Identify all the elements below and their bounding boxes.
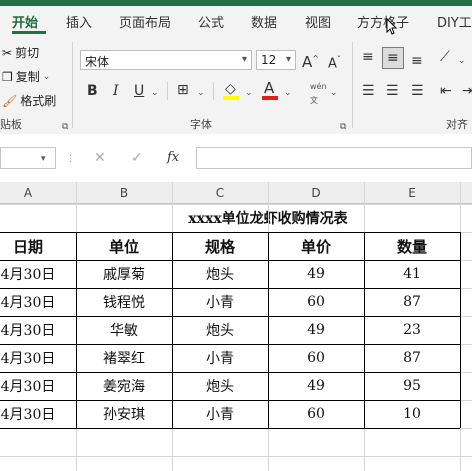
align-top-icon[interactable]: ≡ (362, 50, 374, 64)
divider (213, 82, 214, 100)
align-left-icon[interactable]: ☰ (362, 84, 375, 98)
phonetic-guide-icon[interactable]: wén 文 (310, 80, 327, 108)
divider (167, 82, 168, 100)
insert-function-button[interactable]: fx (167, 151, 179, 165)
tab-diy-tools[interactable]: DIY工 (437, 12, 472, 31)
chevron-down-icon[interactable]: ⌄ (330, 86, 338, 100)
copy-icon: ❐ (2, 69, 13, 84)
chevron-down-icon[interactable]: ⌄ (197, 86, 205, 100)
column-header-d[interactable]: D (268, 186, 364, 200)
fill-color-swatch (223, 96, 239, 100)
dialog-launcher-icon[interactable]: ⧉ (340, 120, 346, 134)
tab-data[interactable]: 数据 (251, 12, 277, 31)
column-header-c[interactable]: C (172, 186, 268, 200)
chevron-down-icon[interactable]: ⌄ (151, 86, 159, 100)
name-box[interactable]: ▾ (0, 147, 56, 169)
group-divider (352, 42, 353, 128)
mouse-cursor-icon (386, 18, 398, 35)
orientation-icon[interactable]: ⟋ (440, 50, 450, 64)
column-header-row: A B C D E (0, 182, 472, 204)
borders-icon[interactable]: ⊞ (177, 83, 189, 97)
align-right-icon[interactable]: ☰ (411, 84, 424, 98)
increase-indent-icon[interactable]: ⇥ (462, 84, 472, 98)
chevron-down-icon: ▾ (241, 54, 247, 65)
italic-button[interactable]: I (113, 84, 119, 98)
clipboard-group-label: 贴板 (0, 118, 22, 131)
ribbon-tab-bar: 开始 插入 页面布局 公式 数据 视图 方方格子 DIY工 (0, 6, 472, 34)
cut-button[interactable]: ✂ 剪切 (2, 44, 39, 61)
align-middle-icon: ≡ (387, 50, 399, 66)
dialog-launcher-icon[interactable]: ⧉ (62, 120, 68, 134)
drag-handle-icon[interactable]: ⋮ (66, 152, 75, 166)
tab-formulas[interactable]: 公式 (198, 12, 224, 31)
chevron-down-icon: ▾ (41, 154, 46, 164)
cancel-entry-button[interactable]: ✕ (94, 151, 106, 165)
fill-color-icon[interactable]: ◇ (225, 82, 236, 96)
alignment-group-label: 对齐 (446, 118, 468, 131)
column-header-e[interactable]: E (364, 186, 460, 200)
column-header-a[interactable]: A (0, 186, 56, 200)
copy-button[interactable]: ❐ 复制 ⌄ (2, 68, 50, 85)
tab-insert[interactable]: 插入 (66, 12, 92, 31)
column-header-b[interactable]: B (76, 186, 172, 200)
tab-fangfang-gezi[interactable]: 方方格子 (357, 12, 409, 31)
chevron-down-icon: ⌄ (42, 71, 51, 82)
scissors-icon: ✂ (2, 45, 13, 60)
align-center-icon[interactable]: ☰ (386, 84, 399, 98)
tab-home[interactable]: 开始 (12, 12, 38, 31)
bold-button[interactable]: B (87, 84, 98, 98)
group-divider (72, 42, 73, 128)
paintbrush-icon: 🖌 (2, 93, 18, 108)
align-middle-button[interactable]: ≡ (382, 47, 404, 69)
sheet-title: xxxx单位龙虾收购情况表 (188, 211, 348, 227)
chevron-down-icon[interactable]: ⌄ (245, 86, 253, 100)
font-group-label: 字体 (190, 118, 212, 131)
chevron-down-icon[interactable]: ⌄ (458, 54, 466, 68)
font-name-select[interactable]: 宋体 ▾ (80, 50, 252, 70)
font-size-select[interactable]: 12 ▾ (256, 50, 296, 70)
font-color-icon[interactable]: A (264, 81, 274, 96)
decrease-indent-icon[interactable]: ⇤ (440, 84, 452, 98)
underline-button[interactable]: U (134, 84, 144, 98)
align-bottom-icon[interactable]: ≡ (411, 54, 423, 68)
tab-page-layout[interactable]: 页面布局 (119, 12, 171, 31)
font-color-swatch (262, 96, 278, 100)
format-painter-button[interactable]: 🖌 格式刷 (2, 92, 56, 109)
chevron-down-icon: ▾ (285, 54, 291, 65)
decrease-font-size-button[interactable]: Aˇ (328, 53, 341, 71)
increase-font-size-button[interactable]: A^ (302, 52, 319, 70)
tab-view[interactable]: 视图 (305, 12, 331, 31)
confirm-entry-button[interactable]: ✓ (131, 151, 143, 165)
worksheet-grid[interactable] (0, 204, 472, 471)
formula-input[interactable] (196, 147, 472, 169)
chevron-down-icon[interactable]: ⌄ (284, 86, 292, 100)
